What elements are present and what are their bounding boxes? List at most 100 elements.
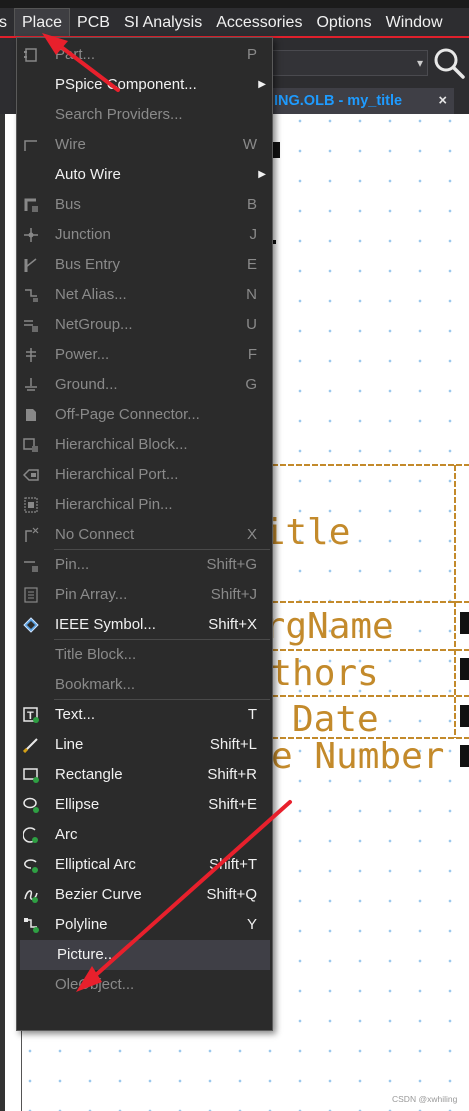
- menu-item-oleobject[interactable]: OleObject...: [18, 970, 271, 1000]
- menu-item-label: Hierarchical Block...: [55, 436, 188, 453]
- menu-item-title-block[interactable]: Title Block...: [18, 640, 271, 670]
- menu-item-s[interactable]: s: [0, 8, 14, 37]
- menu-item-label: Wire: [55, 136, 86, 153]
- menu-item-label: Arc: [55, 826, 78, 843]
- menu-item-off-page-connector[interactable]: Off-Page Connector...: [18, 400, 271, 430]
- menu-item-hierarchical-block[interactable]: Hierarchical Block...: [18, 430, 271, 460]
- menu-item-bookmark[interactable]: Bookmark...: [18, 670, 271, 700]
- close-icon[interactable]: ×: [439, 88, 447, 114]
- menu-item-line[interactable]: Line Shift+L: [18, 730, 271, 760]
- menu-item-auto-wire[interactable]: Auto Wire ▶: [18, 160, 271, 190]
- menu-item-arc[interactable]: Arc: [18, 820, 271, 850]
- menu-item-label: Ellipse: [55, 796, 100, 813]
- arc-icon: [23, 827, 38, 843]
- menu-item-bus[interactable]: Bus B: [18, 190, 271, 220]
- menu-item-label: Off-Page Connector...: [55, 406, 200, 423]
- menu-item-part[interactable]: Part... P: [18, 40, 271, 70]
- menu-item-text[interactable]: T Text... T: [18, 700, 271, 730]
- menu-item-junction[interactable]: Junction J: [18, 220, 271, 250]
- menu-item-ground[interactable]: Ground... G: [18, 370, 271, 400]
- menu-item-label: Bookmark...: [55, 676, 136, 693]
- menu-item-ieee-symbol[interactable]: IEEE Symbol... Shift+X: [18, 610, 271, 640]
- menu-item-si-analysis[interactable]: SI Analysis: [117, 8, 209, 37]
- menu-item-options[interactable]: Options: [309, 8, 378, 37]
- menu-item-shortcut: G: [245, 376, 257, 393]
- menu-item-label: Line: [55, 736, 84, 753]
- ellipse-icon: [23, 797, 39, 813]
- watermark: CSDN @xwhiling: [392, 1094, 458, 1104]
- search-icon[interactable]: [432, 46, 466, 80]
- line-icon: [23, 738, 38, 753]
- elliptical-arc-icon: [24, 859, 38, 873]
- menu-item-power[interactable]: Power... F: [18, 340, 271, 370]
- hierarchical-pin-icon: [24, 497, 38, 513]
- menu-item-shortcut: Shift+R: [207, 766, 257, 783]
- menu-item-shortcut: J: [249, 226, 258, 243]
- menu-item-label: Hierarchical Port...: [55, 466, 179, 483]
- ieee-symbol-icon: [23, 617, 39, 633]
- menu-item-shortcut: N: [246, 286, 257, 303]
- menu-item-bus-entry[interactable]: Bus Entry E: [18, 250, 271, 280]
- menu-item-shortcut: Shift+X: [208, 616, 257, 633]
- menu-item-place[interactable]: Place: [14, 8, 71, 37]
- menu-item-netgroup[interactable]: NetGroup... U: [18, 310, 271, 340]
- menu-item-pin[interactable]: Pin... Shift+G: [18, 550, 271, 580]
- menu-item-net-alias[interactable]: Net Alias... N: [18, 280, 271, 310]
- junction-icon: [24, 228, 38, 242]
- menu-item-label: Polyline: [55, 916, 108, 933]
- document-tab[interactable]: ING.OLB - my_title ×: [268, 88, 454, 114]
- menu-item-hierarchical-pin[interactable]: Hierarchical Pin...: [18, 490, 271, 520]
- svg-text:T: T: [27, 710, 34, 722]
- menu-item-elliptical-arc[interactable]: Elliptical Arc Shift+T: [18, 850, 271, 880]
- menu-item-shortcut: Shift+Q: [206, 886, 257, 903]
- no-connect-icon: [25, 527, 39, 542]
- menu-item-label: Part...: [55, 46, 96, 63]
- menu-item-label: Power...: [55, 346, 110, 363]
- menu-item-rectangle[interactable]: Rectangle Shift+R: [18, 760, 271, 790]
- menu-bar: s Place PCB SI Analysis Accessories Opti…: [0, 8, 469, 37]
- menu-item-bezier-curve[interactable]: Bezier Curve Shift+Q: [18, 880, 271, 910]
- title-block-date: Date: [292, 699, 379, 740]
- chevron-down-icon[interactable]: ▾: [417, 56, 423, 70]
- menu-item-label: Rectangle: [55, 766, 123, 783]
- menu-item-hierarchical-port[interactable]: Hierarchical Port...: [18, 460, 271, 490]
- menu-item-window[interactable]: Window: [379, 8, 450, 37]
- menu-item-shortcut: Shift+T: [209, 856, 257, 873]
- menu-item-shortcut: Shift+L: [209, 736, 257, 753]
- menu-item-label: Bus Entry: [55, 256, 121, 273]
- bus-entry-icon: [24, 258, 37, 272]
- power-icon: [26, 348, 36, 362]
- menu-item-shortcut: T: [247, 706, 257, 723]
- menu-item-shortcut: B: [246, 196, 257, 213]
- netgroup-icon: [24, 320, 38, 332]
- search-combo-box[interactable]: ▾: [255, 50, 428, 76]
- pin-icon: [24, 561, 38, 572]
- menu-item-label: Net Alias...: [55, 286, 127, 303]
- menu-item-shortcut: Shift+J: [210, 586, 257, 603]
- menu-item-label: IEEE Symbol...: [55, 616, 156, 633]
- menu-item-wire[interactable]: Wire W: [18, 130, 271, 160]
- title-bar: [0, 0, 469, 8]
- menu-item-pcb[interactable]: PCB: [70, 8, 117, 37]
- pin-array-icon: [24, 587, 38, 603]
- menu-item-shortcut: P: [246, 46, 257, 63]
- menu-item-no-connect[interactable]: No Connect X: [18, 520, 271, 550]
- menu-item-shortcut: E: [246, 256, 257, 273]
- menu-item-picture[interactable]: Picture...: [20, 940, 270, 970]
- menu-item-label: Junction: [55, 226, 111, 243]
- hierarchical-port-icon: [23, 469, 39, 481]
- menu-item-label: Search Providers...: [55, 106, 183, 123]
- menu-item-label: Bezier Curve: [55, 886, 142, 903]
- menu-item-label: Text...: [55, 706, 96, 723]
- menu-item-pin-array[interactable]: Pin Array... Shift+J: [18, 580, 271, 610]
- menu-item-pspice-component[interactable]: PSpice Component... ▶: [18, 70, 271, 100]
- menu-item-label: No Connect: [55, 526, 135, 543]
- bezier-curve-icon: [24, 890, 38, 903]
- menu-item-search-providers[interactable]: Search Providers...: [18, 100, 271, 130]
- menu-item-label: Title Block...: [55, 646, 137, 663]
- menu-item-polyline[interactable]: Polyline Y: [18, 910, 271, 940]
- menu-item-shortcut: Shift+G: [206, 556, 257, 573]
- off-page-connector-icon: [26, 409, 36, 421]
- menu-item-accessories[interactable]: Accessories: [209, 8, 309, 37]
- menu-item-ellipse[interactable]: Ellipse Shift+E: [18, 790, 271, 820]
